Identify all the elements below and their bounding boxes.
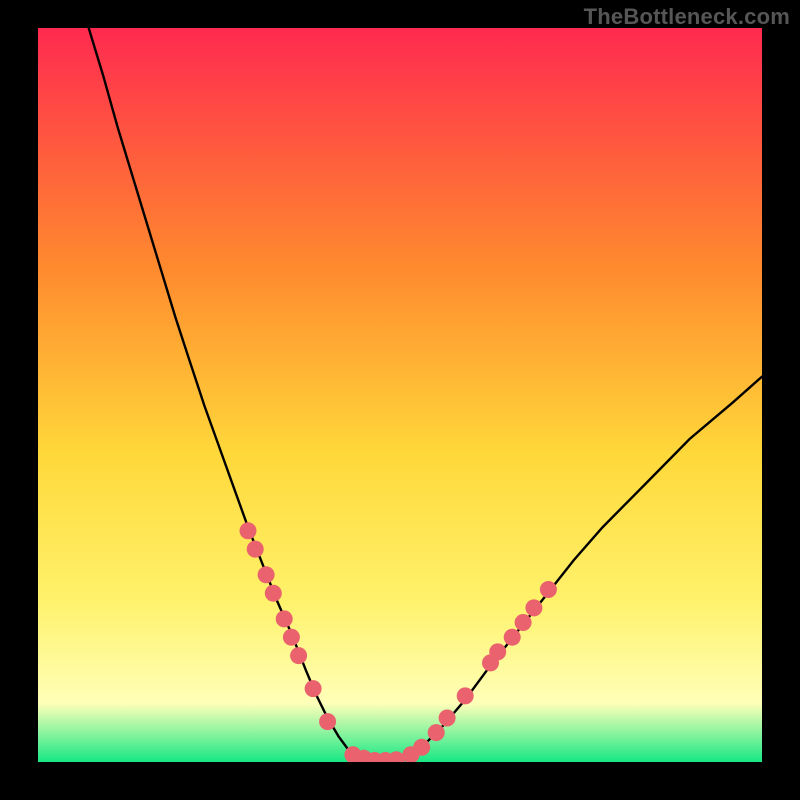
highlight-dot	[265, 585, 282, 602]
highlight-dot	[457, 687, 474, 704]
highlight-dot	[540, 581, 557, 598]
gradient-background	[38, 28, 762, 762]
highlight-dot	[515, 614, 532, 631]
highlight-dot	[319, 713, 336, 730]
highlight-dot	[247, 541, 264, 558]
highlight-dot	[305, 680, 322, 697]
highlight-dot	[489, 643, 506, 660]
highlight-dot	[525, 599, 542, 616]
highlight-dot	[504, 629, 521, 646]
highlight-dot	[439, 710, 456, 727]
chart-frame: TheBottleneck.com	[0, 0, 800, 800]
highlight-dot	[240, 522, 257, 539]
highlight-dot	[283, 629, 300, 646]
attribution-text: TheBottleneck.com	[0, 0, 800, 30]
highlight-dot	[290, 647, 307, 664]
chart-svg	[38, 28, 762, 762]
highlight-dot	[258, 566, 275, 583]
highlight-dot	[276, 610, 293, 627]
plot-area	[38, 28, 762, 762]
highlight-dot	[428, 724, 445, 741]
highlight-dot	[413, 739, 430, 756]
